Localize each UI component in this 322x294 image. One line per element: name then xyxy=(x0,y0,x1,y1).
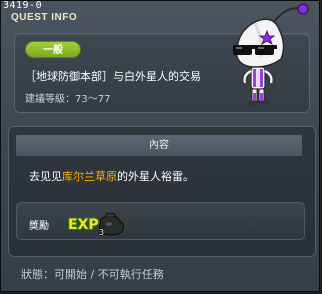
quest-name: ［地球防御本部］与白外星人的交易 xyxy=(25,70,201,83)
quest-id: 3419-0 xyxy=(3,0,43,11)
status-label: 狀態： xyxy=(21,268,54,281)
white-alien-npc-icon xyxy=(233,3,309,106)
recommended-level: 建議等級：73～77 xyxy=(25,90,110,105)
level-range: 73～77 xyxy=(75,94,111,105)
window-title: QUEST INFO xyxy=(11,12,78,23)
description-text: 去见见 xyxy=(29,170,62,183)
quest-description: 去见见库尔兰草原的外星人裕雷。 xyxy=(29,168,194,184)
reward-label: 獎勵 xyxy=(29,221,49,232)
level-label: 建議等級： xyxy=(25,94,75,105)
content-section-header: 內容 xyxy=(16,135,302,156)
status-value: 可開始 / 不可執行任務 xyxy=(54,268,164,281)
quest-info-window: 3419-0 QUEST INFO 一般 ［地球防御本部］与白外星人的交易 建議… xyxy=(0,0,320,292)
quest-status: 狀態：可開始 / 不可執行任務 xyxy=(21,266,164,282)
exp-text: EXP xyxy=(68,217,99,233)
description-text-end: 的外星人裕雷。 xyxy=(117,170,194,183)
location-highlight: 库尔兰草原 xyxy=(62,170,117,183)
reward-box xyxy=(16,202,305,240)
exp-bag-icon[interactable]: EXP 3 xyxy=(67,210,129,236)
category-badge: 一般 xyxy=(25,41,81,58)
exp-count: 3 xyxy=(99,228,104,236)
